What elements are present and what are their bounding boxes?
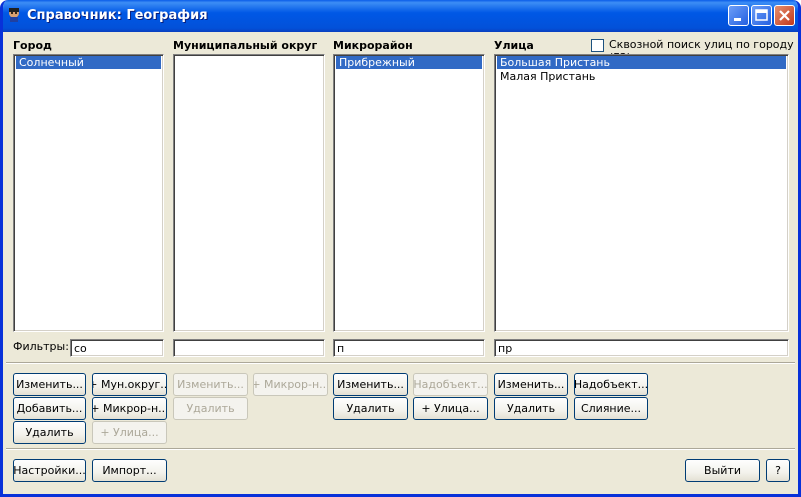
list-item[interactable]: Прибрежный [336, 56, 482, 69]
municipal-filter-input[interactable] [173, 339, 325, 357]
close-button[interactable] [774, 5, 795, 26]
app-icon [9, 8, 19, 22]
city-delete-button[interactable]: Удалить [13, 421, 86, 444]
add-street-city-button[interactable]: + Улица... [92, 421, 167, 444]
street-filter-input[interactable] [494, 339, 789, 357]
street-parent-button[interactable]: Надобъект... [574, 373, 648, 396]
add-municipal-button[interactable]: + Мун.округ... [92, 373, 167, 396]
city-filter-input[interactable] [70, 339, 164, 357]
maximize-button[interactable] [751, 5, 772, 26]
maximize-icon [755, 9, 768, 21]
through-search-checkbox[interactable] [591, 39, 604, 52]
window-title: Справочник: География [27, 8, 208, 23]
municipal-add-microdistrict-button[interactable]: + Микрор-н... [253, 373, 328, 396]
street-edit-button[interactable]: Изменить... [494, 373, 568, 396]
street-delete-button[interactable]: Удалить [494, 397, 568, 420]
city-list[interactable]: Солнечный [13, 54, 164, 332]
municipal-label: Муниципальный округ [173, 39, 318, 52]
microdistrict-edit-button[interactable]: Изменить... [333, 373, 408, 396]
separator [6, 362, 795, 364]
street-label: Улица [494, 39, 534, 52]
microdistrict-parent-button[interactable]: Надобъект... [413, 373, 488, 396]
help-button[interactable]: ? [766, 459, 790, 482]
municipal-delete-button[interactable]: Удалить [173, 397, 248, 420]
street-list[interactable]: Большая Пристань Малая Пристань [494, 54, 789, 332]
add-microdistrict-button[interactable]: + Микрор-н... [92, 397, 167, 420]
microdistrict-delete-button[interactable]: Удалить [333, 397, 408, 420]
filters-label: Фильтры: [13, 340, 69, 353]
settings-button[interactable]: Настройки... [13, 459, 86, 482]
microdistrict-label: Микрорайон [333, 39, 413, 52]
import-button[interactable]: Импорт... [92, 459, 167, 482]
geography-window: Справочник: География Город Муниципальны… [0, 0, 801, 497]
minimize-button[interactable] [728, 5, 749, 26]
title-bar: Справочник: География [3, 0, 798, 32]
municipal-list[interactable] [173, 54, 325, 332]
municipal-edit-button[interactable]: Изменить... [173, 373, 248, 396]
street-merge-button[interactable]: Слияние... [574, 397, 648, 420]
city-label: Город [13, 39, 52, 52]
city-add-button[interactable]: Добавить... [13, 397, 86, 420]
list-item[interactable]: Солнечный [16, 56, 161, 69]
list-item[interactable]: Большая Пристань [497, 56, 786, 69]
separator [6, 448, 795, 450]
microdistrict-list[interactable]: Прибрежный [333, 54, 485, 332]
exit-button[interactable]: Выйти [685, 459, 760, 482]
list-item[interactable]: Малая Пристань [497, 70, 786, 83]
microdistrict-filter-input[interactable] [333, 339, 485, 357]
city-edit-button[interactable]: Изменить... [13, 373, 86, 396]
minimize-icon [734, 18, 741, 21]
close-icon [779, 10, 790, 21]
microdistrict-add-street-button[interactable]: + Улица... [413, 397, 488, 420]
